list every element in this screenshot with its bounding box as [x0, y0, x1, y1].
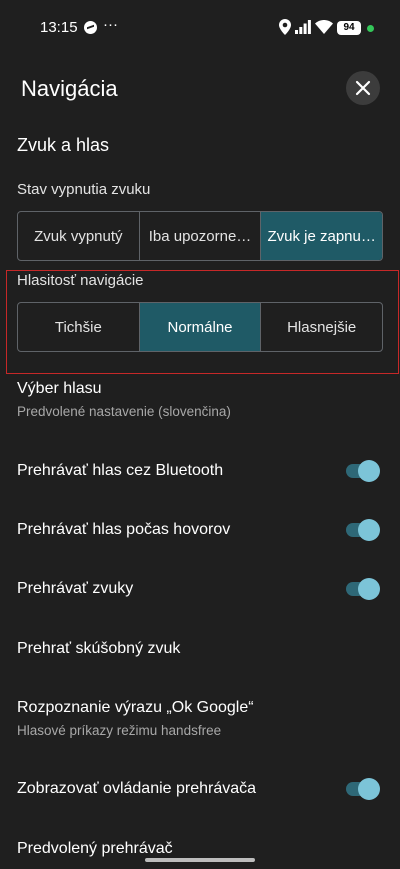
segment-sound-off[interactable]: Zvuk vypnutý	[18, 212, 140, 260]
messenger-icon	[84, 21, 97, 34]
bluetooth-voice-row[interactable]: Prehrávať hlas cez Bluetooth	[17, 462, 383, 484]
signal-icon	[295, 20, 311, 34]
page-title: Navigácia	[21, 76, 118, 101]
toggle-thumb	[358, 578, 380, 600]
mute-state-label: Stav vypnutia zvuku	[17, 181, 151, 198]
test-sound-label: Prehrať skúšobný zvuk	[17, 640, 181, 657]
toggle-thumb	[358, 519, 380, 541]
play-sounds-toggle[interactable]	[346, 578, 380, 600]
segment-quieter[interactable]: Tichšie	[18, 303, 140, 351]
ok-google-subtitle: Hlasové príkazy režimu handsfree	[17, 723, 222, 738]
play-sounds-row[interactable]: Prehrávať zvuky	[17, 580, 383, 602]
battery-icon: 94	[337, 21, 361, 35]
wifi-icon	[315, 20, 333, 34]
nav-volume-label: Hlasitosť navigácie	[17, 272, 144, 289]
voice-selection-title: Výber hlasu	[17, 380, 102, 397]
toggle-thumb	[358, 778, 380, 800]
segment-alerts-only[interactable]: Iba upozorne…	[140, 212, 262, 260]
toggle-thumb	[358, 460, 380, 482]
ok-google-row[interactable]: Rozpoznanie výrazu „Ok Google“ Hlasové p…	[17, 699, 383, 738]
segment-louder[interactable]: Hlasnejšie	[261, 303, 382, 351]
location-icon	[279, 19, 291, 35]
voice-during-calls-toggle[interactable]	[346, 519, 380, 541]
player-controls-label: Zobrazovať ovládanie prehrávača	[17, 780, 257, 797]
more-dots-icon: ···	[103, 16, 118, 33]
bluetooth-voice-label: Prehrávať hlas cez Bluetooth	[17, 462, 224, 479]
section-title: Zvuk a hlas	[17, 135, 110, 155]
player-controls-row[interactable]: Zobrazovať ovládanie prehrávača	[17, 780, 383, 802]
close-button[interactable]	[346, 71, 380, 105]
close-icon	[355, 80, 371, 96]
default-player-row[interactable]: Predvolený prehrávač	[17, 840, 383, 858]
voice-selection-subtitle: Predvolené nastavenie (slovenčina)	[17, 404, 231, 419]
play-sounds-label: Prehrávať zvuky	[17, 580, 134, 597]
default-player-title: Predvolený prehrávač	[17, 840, 173, 857]
home-indicator[interactable]	[145, 858, 255, 862]
charging-dot-icon	[367, 25, 374, 32]
status-bar: 13:15 ··· 94	[0, 0, 400, 56]
status-time: 13:15	[40, 19, 78, 36]
voice-during-calls-label: Prehrávať hlas počas hovorov	[17, 521, 231, 538]
voice-during-calls-row[interactable]: Prehrávať hlas počas hovorov	[17, 521, 383, 543]
bluetooth-voice-toggle[interactable]	[346, 460, 380, 482]
voice-selection-row[interactable]: Výber hlasu Predvolené nastavenie (slove…	[17, 380, 383, 419]
segment-sound-on[interactable]: Zvuk je zapnu…	[261, 212, 382, 260]
mute-state-segmented-control: Zvuk vypnutý Iba upozorne… Zvuk je zapnu…	[17, 211, 383, 261]
nav-volume-segmented-control: Tichšie Normálne Hlasnejšie	[17, 302, 383, 352]
player-controls-toggle[interactable]	[346, 778, 380, 800]
test-sound-row[interactable]: Prehrať skúšobný zvuk	[17, 640, 383, 658]
segment-normal[interactable]: Normálne	[139, 303, 262, 351]
ok-google-title: Rozpoznanie výrazu „Ok Google“	[17, 699, 254, 716]
